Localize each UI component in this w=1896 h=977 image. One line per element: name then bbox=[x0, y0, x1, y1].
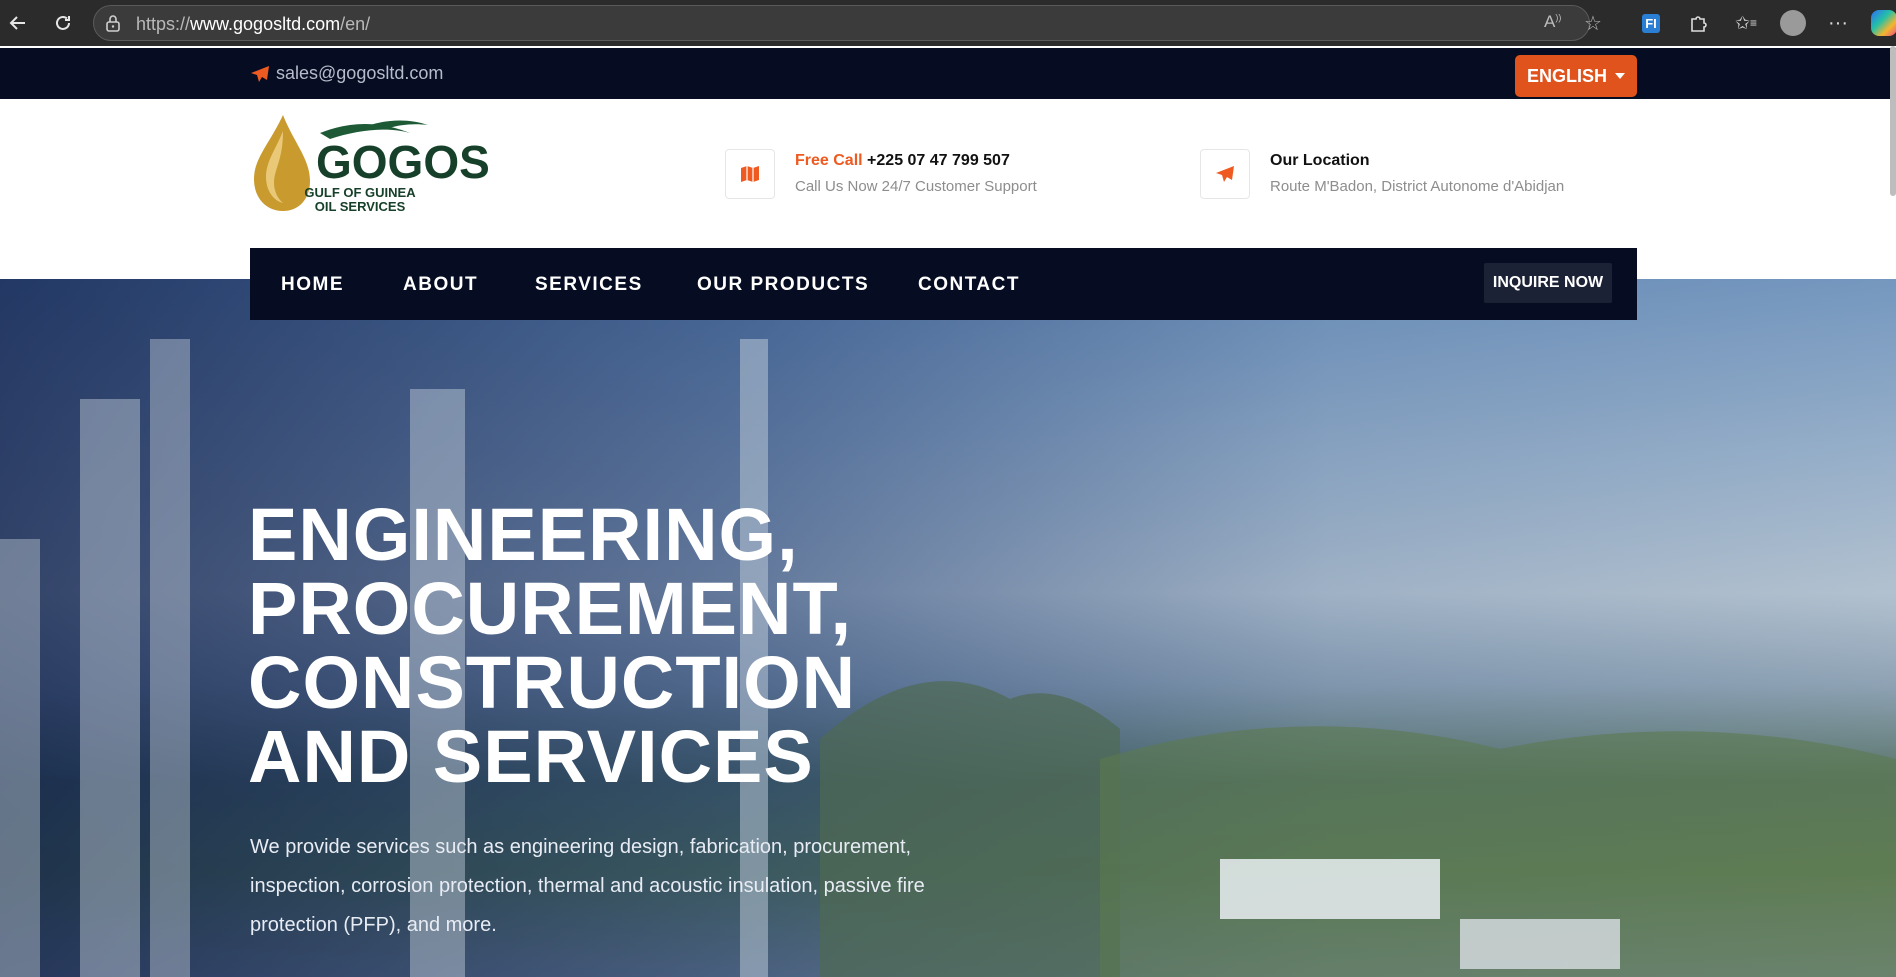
paper-plane-icon bbox=[251, 65, 269, 82]
inquire-now-button[interactable]: INQUIRE NOW bbox=[1484, 263, 1612, 303]
email-text: sales@gogosltd.com bbox=[276, 63, 444, 83]
profile-icon[interactable] bbox=[1777, 7, 1809, 39]
hero-title-line: AND SERVICES bbox=[248, 715, 814, 798]
hero-title: ENGINEERING, PROCUREMENT, CONSTRUCTION A… bbox=[248, 498, 856, 794]
copilot-icon[interactable] bbox=[1868, 7, 1896, 39]
call-title: Free Call +225 07 47 799 507 bbox=[795, 152, 1037, 170]
page-scrollbar[interactable] bbox=[1890, 46, 1896, 196]
paper-plane-icon bbox=[1200, 149, 1250, 199]
top-info-bar: sales@gogosltd.com ENGLISH bbox=[0, 48, 1896, 99]
logo-subtitle: GULF OF GUINEA OIL SERVICES bbox=[290, 186, 430, 214]
caret-down-icon bbox=[1615, 73, 1625, 79]
browser-toolbar: https://www.gogosltd.com/en/ A)) ☆ FI ✩ ≡… bbox=[0, 0, 1896, 46]
email-link[interactable]: sales@gogosltd.com bbox=[250, 63, 443, 84]
location-title: Our Location bbox=[1270, 152, 1370, 169]
nav-services[interactable]: SERVICES bbox=[535, 274, 643, 296]
back-arrow-icon[interactable] bbox=[0, 5, 36, 41]
logo-wordmark: GOGOS bbox=[316, 136, 490, 188]
hero-title-line: CONSTRUCTION bbox=[248, 641, 857, 724]
extension-fi-icon[interactable]: FI bbox=[1635, 7, 1667, 39]
url-scheme: https:// bbox=[136, 14, 191, 34]
url-text[interactable]: https://www.gogosltd.com/en/ bbox=[136, 14, 370, 35]
free-call-label: Free Call bbox=[795, 152, 863, 169]
hero-description: We provide services such as engineering … bbox=[250, 836, 925, 936]
logo-subtitle-line2: OIL SERVICES bbox=[314, 199, 406, 214]
free-call-box[interactable]: Free Call +225 07 47 799 507 Call Us Now… bbox=[725, 149, 1037, 199]
puzzle-icon[interactable] bbox=[1682, 7, 1714, 39]
hero-title-line: PROCUREMENT, bbox=[248, 567, 853, 650]
more-icon[interactable]: ··· bbox=[1822, 7, 1854, 39]
star-icon[interactable]: ☆ bbox=[1584, 11, 1602, 36]
call-subtitle: Call Us Now 24/7 Customer Support bbox=[795, 178, 1037, 195]
location-box[interactable]: Our Location Route M'Badon, District Aut… bbox=[1200, 149, 1564, 199]
logo-subtitle-line1: GULF OF GUINEA bbox=[304, 185, 416, 200]
nav-home[interactable]: HOME bbox=[281, 274, 344, 296]
favorites-icon[interactable]: ✩ ≡ bbox=[1730, 7, 1762, 39]
hero-title-line: ENGINEERING, bbox=[248, 493, 799, 576]
main-navigation: HOME ABOUT SERVICES OUR PRODUCTS CONTACT… bbox=[250, 248, 1637, 320]
url-path: /en/ bbox=[340, 14, 371, 34]
nav-our-products[interactable]: OUR PRODUCTS bbox=[697, 274, 869, 296]
map-icon bbox=[725, 149, 775, 199]
location-address: Route M'Badon, District Autonome d'Abidj… bbox=[1270, 178, 1565, 195]
language-dropdown[interactable]: ENGLISH bbox=[1515, 55, 1637, 97]
address-bar[interactable]: https://www.gogosltd.com/en/ A)) ☆ bbox=[93, 5, 1602, 41]
extension-fi-label: FI bbox=[1642, 13, 1660, 33]
phone-number[interactable]: +225 07 47 799 507 bbox=[867, 152, 1010, 169]
web-page: sales@gogosltd.com ENGLISH GOGOS GULF OF… bbox=[0, 46, 1896, 977]
nav-contact[interactable]: CONTACT bbox=[918, 274, 1020, 296]
site-logo[interactable]: GOGOS GULF OF GUINEA OIL SERVICES bbox=[250, 113, 490, 218]
url-host: www.gogosltd.com bbox=[190, 14, 341, 34]
nav-about[interactable]: ABOUT bbox=[403, 274, 478, 296]
read-aloud-icon[interactable]: A)) bbox=[1544, 12, 1561, 32]
reload-icon[interactable] bbox=[45, 5, 81, 41]
lock-icon[interactable] bbox=[104, 14, 122, 37]
language-label: ENGLISH bbox=[1526, 65, 1607, 86]
